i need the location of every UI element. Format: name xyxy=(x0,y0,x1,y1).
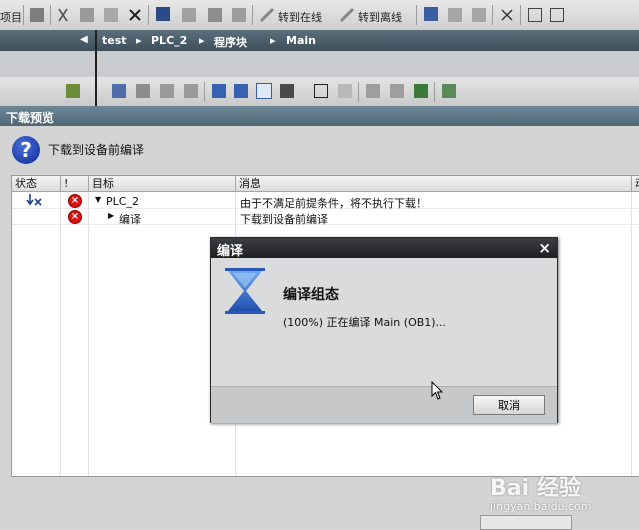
copy-icon[interactable] xyxy=(80,8,94,22)
watch-icon[interactable] xyxy=(390,84,404,98)
download-preview-title: 下载预览 xyxy=(6,111,55,125)
toolbar-separator xyxy=(252,5,253,25)
toolbar-separator xyxy=(492,5,493,25)
toolbar-separator xyxy=(416,5,417,25)
list-icon[interactable] xyxy=(314,84,328,98)
breadcrumb-item-blocks[interactable]: 程序块 xyxy=(214,34,247,50)
go-online-icon[interactable] xyxy=(259,7,275,23)
expand-arrow-icon[interactable]: ▼ xyxy=(95,195,101,204)
question-icon: ? xyxy=(12,136,40,164)
error-icon: × xyxy=(68,194,82,208)
stop-cpu-icon[interactable] xyxy=(472,8,486,22)
breadcrumb-item-project[interactable]: test xyxy=(102,34,127,47)
compile-dialog: 编译 × 编译组态 (100%) 正在编译 Main (OB1)... 取消 xyxy=(210,237,558,423)
watermark-logo: Bai 经验 xyxy=(490,476,581,501)
cross-reference-icon[interactable] xyxy=(500,8,514,22)
monitor-icon[interactable] xyxy=(366,84,380,98)
row-message: 由于不满足前提条件，将不执行下载！ xyxy=(240,197,427,210)
breadcrumb-item-main[interactable]: Main xyxy=(286,34,316,47)
insert-coil-icon[interactable] xyxy=(184,84,198,98)
delete-icon[interactable] xyxy=(128,8,142,22)
download-block-icon[interactable] xyxy=(414,84,428,98)
insert-network-icon[interactable] xyxy=(66,84,80,98)
toolbar-separator xyxy=(23,5,24,25)
row-target: 编译 xyxy=(119,213,141,226)
column-divider xyxy=(631,192,632,476)
breadcrumb-item-plc[interactable]: PLC_2 xyxy=(151,34,187,47)
download-snapshot-icon[interactable] xyxy=(232,8,246,22)
insert-contact-icon[interactable] xyxy=(112,84,126,98)
row-target: PLC_2 xyxy=(106,195,139,208)
expand-arrow-icon[interactable]: ▶ xyxy=(108,211,114,220)
compile-dialog-title: 编译 xyxy=(217,244,244,259)
pane-splitter[interactable] xyxy=(95,30,97,106)
close-icon[interactable]: × xyxy=(538,239,551,257)
column-header-alert[interactable]: ! xyxy=(61,176,89,192)
compile-dialog-heading: 编译组态 xyxy=(283,287,339,303)
main-toolbar: 项目 转到在线 转到离线 xyxy=(0,0,639,31)
download-preview-message: 下载到设备前编译 xyxy=(48,143,145,157)
column-divider xyxy=(60,192,61,476)
download-preview-header: 下载预览 xyxy=(0,106,639,126)
toolbar-separator xyxy=(204,82,205,102)
delete-contact-icon[interactable] xyxy=(136,84,150,98)
breadcrumb-separator-icon: ▸ xyxy=(270,34,276,47)
column-divider xyxy=(88,192,89,476)
toolbar-separator xyxy=(520,5,521,25)
hourglass-icon xyxy=(225,268,265,317)
column-header-action[interactable]: 动 xyxy=(632,176,639,192)
breadcrumb-back-icon[interactable]: ◀ xyxy=(80,34,88,45)
breadcrumb-separator-icon: ▸ xyxy=(199,34,205,47)
split-vertical-icon[interactable] xyxy=(550,8,564,22)
breadcrumb-separator-icon: ▸ xyxy=(136,34,142,47)
upload-icon[interactable] xyxy=(182,8,196,22)
accessible-devices-icon[interactable] xyxy=(424,7,438,21)
go-offline-icon[interactable] xyxy=(339,7,355,23)
compile-dialog-titlebar[interactable]: 编译 × xyxy=(211,238,557,259)
network-comment-icon[interactable] xyxy=(280,84,294,98)
start-cpu-icon[interactable] xyxy=(448,8,462,22)
column-header-target[interactable]: 目标 xyxy=(89,176,236,192)
toolbar-separator xyxy=(358,82,359,102)
expand-all-icon[interactable] xyxy=(212,84,226,98)
watermark-url: jingyan.baidu.com xyxy=(490,500,592,513)
paste-icon[interactable] xyxy=(104,8,118,22)
compile-icon[interactable] xyxy=(156,7,170,21)
split-horizontal-icon[interactable] xyxy=(528,8,542,22)
toolbar-separator xyxy=(434,82,435,102)
collapse-all-icon[interactable] xyxy=(234,84,248,98)
column-header-message[interactable]: 消息 xyxy=(236,176,632,192)
glasses-monitor-icon[interactable] xyxy=(442,84,456,98)
mouse-cursor-icon xyxy=(431,380,445,404)
download-icon[interactable] xyxy=(208,8,222,22)
compile-progress-status: (100%) 正在编译 Main (OB1)... xyxy=(283,316,447,329)
go-online-label[interactable]: 转到在线 xyxy=(278,9,322,25)
cancel-button[interactable]: 取消 xyxy=(473,395,545,415)
cut-icon[interactable] xyxy=(56,8,70,22)
insert-box-icon[interactable] xyxy=(160,84,174,98)
download-status-icon xyxy=(26,193,44,210)
toolbar-separator xyxy=(148,5,149,25)
print-icon[interactable] xyxy=(30,8,44,22)
toolbar-separator xyxy=(50,5,51,25)
error-icon: × xyxy=(68,210,82,224)
comment-icon[interactable] xyxy=(256,83,272,99)
project-menu[interactable]: 项目 xyxy=(0,9,22,25)
favorites-icon[interactable] xyxy=(338,84,352,98)
go-offline-label[interactable]: 转到离线 xyxy=(358,9,402,25)
row-message: 下载到设备前编译 xyxy=(240,213,328,226)
column-header-status[interactable]: 状态 xyxy=(12,176,61,192)
